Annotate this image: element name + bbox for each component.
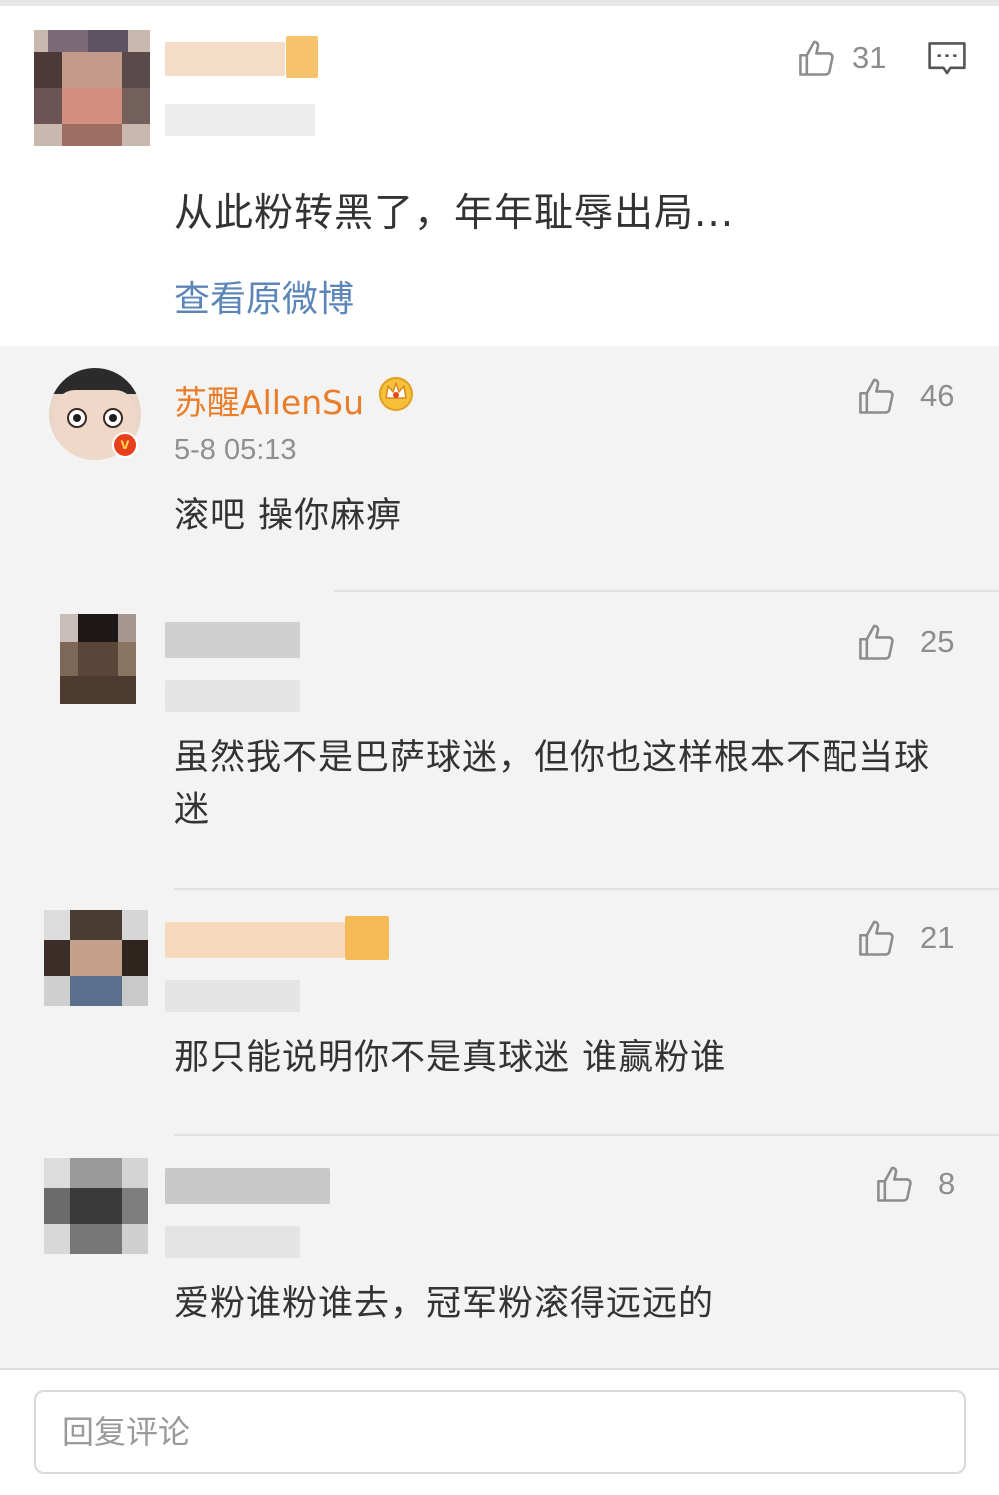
vip-badge-blurred [286, 36, 318, 78]
like-count: 25 [920, 624, 955, 659]
reply-input-bar [0, 1368, 999, 1495]
username[interactable]: 苏醒AllenSu [174, 376, 364, 424]
username-blurred[interactable] [165, 42, 285, 76]
reply-text: 那只能说明你不是真球迷 谁赢粉谁 [174, 1038, 727, 1078]
thumbs-up-icon [877, 1166, 912, 1202]
reply-text: 爱粉谁粉谁去，冠军粉滚得远远的 [174, 1284, 715, 1324]
reply-text: 滚吧 操你麻痹 [174, 496, 403, 536]
reply-text: 虽然我不是巴萨球迷，但你也这样根本不配当球迷 [174, 738, 931, 830]
timestamp-blurred [165, 680, 300, 712]
timestamp-blurred [165, 980, 300, 1012]
vip-crown-icon [379, 377, 413, 411]
reply-input[interactable] [34, 1390, 966, 1474]
reply-item: 爱粉谁粉谁去，冠军粉滚得远远的 8 [0, 1136, 999, 1368]
reply-item: 那只能说明你不是真球迷 谁赢粉谁 21 [0, 890, 999, 1136]
post-text: 从此粉转黑了，年年耻辱出局... [174, 191, 735, 236]
like-count: 21 [920, 920, 955, 955]
username-blurred[interactable] [165, 922, 345, 958]
thumbs-up-icon [799, 40, 834, 76]
like-button[interactable]: 46 [854, 374, 954, 418]
like-count: 46 [920, 378, 955, 413]
like-count: 31 [852, 40, 887, 75]
timestamp-blurred [165, 1226, 300, 1258]
avatar[interactable] [44, 1158, 148, 1254]
comment-button[interactable] [926, 40, 968, 84]
avatar[interactable] [34, 30, 150, 146]
username-blurred[interactable] [165, 1168, 330, 1204]
timestamp: 5-8 05:13 [174, 434, 297, 466]
like-button[interactable]: 8 [872, 1162, 955, 1206]
original-post: 31 从此粉转黑了，年年耻辱出局... 查看原微博 [0, 6, 999, 346]
view-original-link[interactable]: 查看原微博 [174, 270, 354, 322]
timestamp-blurred [165, 104, 315, 136]
like-button[interactable]: 31 [794, 36, 886, 80]
avatar[interactable] [44, 910, 148, 1006]
avatar[interactable] [60, 614, 136, 704]
verified-badge: v [112, 432, 138, 458]
reply-list: v 苏醒AllenSu 5-8 05:13 滚吧 操你麻痹 46 虽然我不是巴萨… [0, 346, 999, 1368]
like-count: 8 [938, 1166, 956, 1201]
thumbs-up-icon [859, 624, 894, 660]
thumbs-up-icon [859, 378, 894, 414]
like-button[interactable]: 21 [854, 916, 954, 960]
vip-badge-blurred [345, 916, 389, 960]
thumbs-up-icon [859, 920, 894, 956]
reply-item: v 苏醒AllenSu 5-8 05:13 滚吧 操你麻痹 46 [0, 346, 999, 592]
username-blurred[interactable] [165, 622, 300, 658]
reply-item: 虽然我不是巴萨球迷，但你也这样根本不配当球迷 25 [0, 592, 999, 888]
comment-icon [928, 42, 966, 75]
like-button[interactable]: 25 [854, 620, 954, 664]
